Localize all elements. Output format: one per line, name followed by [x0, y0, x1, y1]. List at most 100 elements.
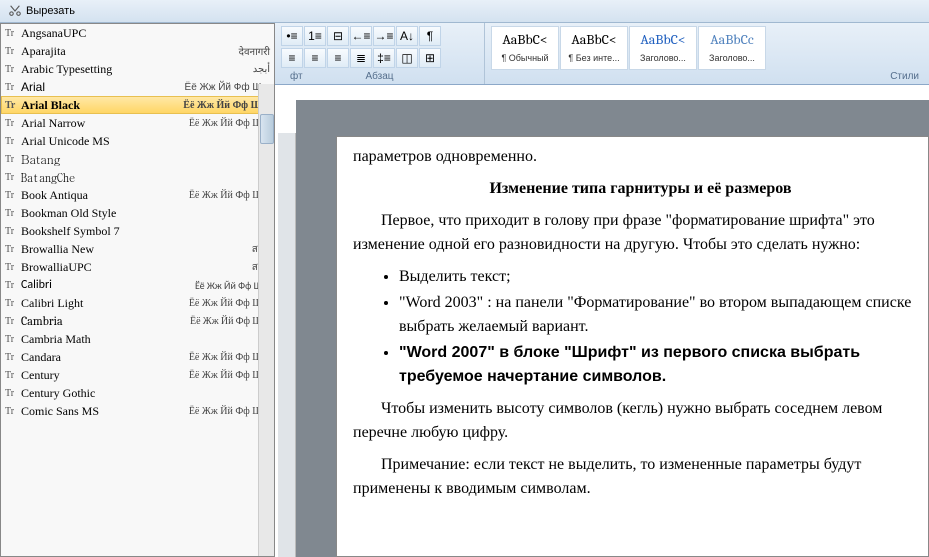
truetype-icon: Tr: [5, 46, 21, 57]
pilcrow-icon: ¶: [427, 29, 433, 43]
paragraph-group: •≡ 1≡ ⊟ ←≡ →≡ A↓ ¶ ≡ ≡ ≡ ≣ ‡≡ ◫ ⊞ Абзац: [275, 23, 485, 84]
style-item[interactable]: AaBbC< ¶ Обычный: [491, 26, 559, 70]
scissors-icon: [8, 4, 22, 18]
font-item[interactable]: TrBatang: [1, 150, 274, 168]
line-spacing-icon: ‡≡: [377, 51, 391, 65]
font-item-name: BrowalliaUPC: [21, 260, 252, 275]
sort-button[interactable]: A↓: [396, 26, 418, 46]
body-text: Примечание: если текст не выделить, то и…: [353, 453, 928, 501]
align-center-button[interactable]: ≡: [304, 48, 326, 68]
truetype-icon: Tr: [5, 244, 21, 255]
truetype-icon: Tr: [5, 280, 21, 291]
truetype-icon: Tr: [5, 388, 21, 399]
font-item[interactable]: TrCambriaЁё Жж Йй Фф Щщ: [1, 312, 274, 330]
style-preview: AaBbC<: [494, 29, 556, 51]
font-item-name: Bookman Old Style: [21, 206, 270, 221]
font-item[interactable]: TrBookman Old Style: [1, 204, 274, 222]
scroll-thumb[interactable]: [260, 114, 274, 144]
font-item[interactable]: TrCambria Math: [1, 330, 274, 348]
style-item[interactable]: AaBbC<Заголово...: [629, 26, 697, 70]
font-item-name: Calibri Light: [21, 296, 189, 311]
font-item[interactable]: TrBrowalliaUPCสวัดี: [1, 258, 274, 276]
font-item-name: Cambria Math: [21, 332, 270, 347]
font-item-name: Arial: [21, 80, 185, 94]
scrollbar[interactable]: [258, 84, 274, 556]
bullet-list: Выделить текст; "Word 2003" : на панели …: [399, 265, 928, 389]
list-item: "Word 2003" : на панели "Форматирование"…: [399, 291, 928, 339]
line-spacing-button[interactable]: ‡≡: [373, 48, 395, 68]
font-item[interactable]: TrCalibri LightЁё Жж Йй Фф Щщ: [1, 294, 274, 312]
font-item[interactable]: TrComic Sans MSЁё Жж Йй Фф Щщ: [1, 402, 274, 420]
font-item[interactable]: TrCenturyЁё Жж Йй Фф Щщ: [1, 366, 274, 384]
document-page[interactable]: параметров одновременно. Изменение типа …: [336, 136, 929, 557]
bullets-button[interactable]: •≡: [281, 26, 303, 46]
font-item-sample: أبجد: [253, 64, 270, 75]
truetype-icon: Tr: [5, 28, 21, 39]
style-item[interactable]: AaBbC<¶ Без инте...: [560, 26, 628, 70]
numbering-button[interactable]: 1≡: [304, 26, 326, 46]
font-item[interactable]: TrAngsanaUPC: [1, 24, 274, 42]
truetype-icon: Tr: [5, 226, 21, 237]
style-preview: AaBbC<: [632, 29, 694, 51]
truetype-icon: Tr: [5, 316, 21, 327]
indent-icon: →≡: [374, 29, 393, 43]
font-item-name: Century: [21, 368, 189, 383]
font-item[interactable]: TrArial Unicode MS: [1, 132, 274, 150]
font-item[interactable]: TrBrowallia Newสวัดี: [1, 240, 274, 258]
align-left-button[interactable]: ≡: [281, 48, 303, 68]
show-marks-button[interactable]: ¶: [419, 26, 441, 46]
font-item-name: AngsanaUPC: [21, 26, 270, 41]
font-dropdown: TrAngsanaUPCTrAparajitaदेवनागरीTrArabic …: [0, 23, 275, 557]
align-right-icon: ≡: [334, 51, 341, 65]
quick-access-toolbar: Вырезать: [0, 0, 929, 23]
style-name: ¶ Обычный: [494, 53, 556, 63]
font-item-name: Comic Sans MS: [21, 404, 189, 419]
body-text: параметров одновременно.: [353, 145, 928, 169]
font-item[interactable]: TrBookshelf Symbol 7: [1, 222, 274, 240]
font-item-name: Arabic Typesetting: [21, 62, 253, 77]
font-item-name: Browallia New: [21, 242, 252, 257]
bullets-icon: •≡: [286, 29, 297, 43]
font-item[interactable]: TrCandaraЁё Жж Йй Фф Щщ: [1, 348, 274, 366]
list-item: Выделить текст;: [399, 265, 928, 289]
font-item-name: Calibri: [21, 278, 195, 292]
font-item[interactable]: TrAparajitaदेवनागरी: [1, 42, 274, 60]
truetype-icon: Tr: [5, 208, 21, 219]
font-item-name: Batang: [21, 151, 270, 168]
font-item[interactable]: TrCalibriЁё Жж Йй Фф Щщ: [1, 276, 274, 294]
shading-button[interactable]: ◫: [396, 48, 418, 68]
font-item[interactable]: TrBatangChe: [1, 168, 274, 186]
align-left-icon: ≡: [288, 51, 295, 65]
justify-button[interactable]: ≣: [350, 48, 372, 68]
font-item[interactable]: TrArial BlackЁё Жж Йй Фф Щщ: [1, 96, 274, 114]
sort-icon: A↓: [400, 29, 414, 43]
align-right-button[interactable]: ≡: [327, 48, 349, 68]
truetype-icon: Tr: [5, 82, 21, 93]
font-item[interactable]: TrArabic Typesettingأبجد: [1, 60, 274, 78]
borders-button[interactable]: ⊞: [419, 48, 441, 68]
cut-button[interactable]: Вырезать: [0, 2, 83, 20]
vertical-ruler[interactable]: [278, 133, 296, 557]
font-item[interactable]: TrArial NarrowЁё Жж Йй Фф Щщ: [1, 114, 274, 132]
truetype-icon: Tr: [5, 262, 21, 273]
truetype-icon: Tr: [5, 298, 21, 309]
style-item[interactable]: AaBbCcЗаголово...: [698, 26, 766, 70]
truetype-icon: Tr: [5, 154, 21, 165]
multilevel-button[interactable]: ⊟: [327, 26, 349, 46]
font-item-name: Century Gothic: [21, 386, 270, 401]
multilevel-icon: ⊟: [333, 29, 343, 43]
align-center-icon: ≡: [311, 51, 318, 65]
font-item[interactable]: TrBook AntiquaЁё Жж Йй Фф Щщ: [1, 186, 274, 204]
style-name: Заголово...: [701, 53, 763, 63]
truetype-icon: Tr: [5, 352, 21, 363]
font-item-name: Cambria: [21, 314, 190, 328]
font-item[interactable]: TrArialЁё Жж Йй Фф Щщ: [1, 78, 274, 96]
decrease-indent-button[interactable]: ←≡: [350, 26, 372, 46]
font-item-name: Book Antiqua: [21, 188, 189, 203]
font-item-name: Arial Black: [21, 98, 183, 113]
font-item-sample: Ёё Жж Йй Фф Щщ: [183, 100, 270, 111]
body-text: Чтобы изменить высоту символов (кегль) н…: [353, 397, 928, 445]
font-item-name: Arial Narrow: [21, 116, 189, 131]
increase-indent-button[interactable]: →≡: [373, 26, 395, 46]
font-item[interactable]: TrCentury Gothic: [1, 384, 274, 402]
